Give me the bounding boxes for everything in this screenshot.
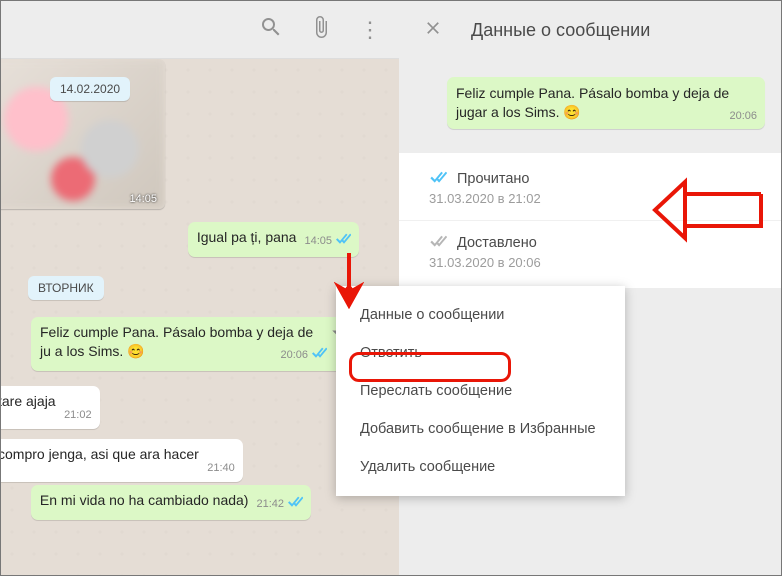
message-text: compro jenga, asi que ara hacer: [1, 446, 199, 462]
read-ticks-icon: [429, 171, 447, 187]
message-incoming[interactable]: tare ajaja 21:02: [1, 386, 100, 429]
read-ticks-icon: [311, 346, 327, 365]
message-time: 21:40: [207, 459, 235, 478]
message-meta: 20:06: [280, 346, 327, 365]
message-incoming[interactable]: compro jenga, asi que ara hacer 21:40: [1, 439, 243, 482]
close-icon[interactable]: [423, 18, 443, 43]
image-time: 14:05: [129, 193, 157, 205]
message-outgoing-selected[interactable]: Feliz cumple Pana. Pásalo bomba y deja d…: [31, 317, 351, 371]
message-outgoing[interactable]: En mi vida no ha cambiado nada) 21:42: [31, 485, 311, 520]
status-delivered-time: 31.03.2020 в 20:06: [429, 255, 751, 270]
menu-item-star[interactable]: Добавить сообщение в Избранные: [336, 410, 625, 448]
status-read-time: 31.03.2020 в 21:02: [429, 191, 751, 206]
info-header: Данные о сообщении: [399, 1, 781, 59]
date-separator: ВТОРНИК: [28, 276, 104, 300]
menu-item-forward[interactable]: Переслать сообщение: [336, 372, 625, 410]
menu-item-info[interactable]: Данные о сообщении: [336, 296, 625, 334]
message-time: 21:42: [256, 495, 284, 514]
menu-item-reply[interactable]: Ответить: [336, 334, 625, 372]
message-time: 20:06: [280, 346, 308, 365]
read-ticks-icon: [335, 232, 351, 251]
message-text: Igual pa ți, pana: [197, 229, 297, 245]
status-read-label: Прочитано: [457, 171, 530, 187]
info-quote-time: 20:06: [729, 107, 757, 126]
status-read: Прочитано 31.03.2020 в 21:02: [399, 157, 781, 220]
menu-item-delete[interactable]: Удалить сообщение: [336, 448, 625, 486]
menu-icon[interactable]: ⋮: [359, 19, 381, 41]
info-quote-text: Feliz cumple Pana. Pásalo bomba y deja d…: [456, 85, 729, 120]
read-ticks-icon: [287, 495, 303, 514]
message-text: tare ajaja: [1, 393, 56, 409]
app-root: ⋮ 14:05 14.02.2020 Igual pa ți, pana 14:…: [0, 0, 782, 576]
info-quoted-message: Feliz cumple Pana. Pásalo bomba y deja d…: [447, 77, 765, 129]
attachment-icon[interactable]: [309, 15, 333, 44]
message-time: 14:05: [304, 232, 332, 251]
info-title: Данные о сообщении: [471, 20, 650, 41]
status-card: Прочитано 31.03.2020 в 21:02 Доставлено …: [399, 153, 781, 288]
status-delivered-label: Доставлено: [457, 235, 537, 251]
message-meta: 14:05: [304, 232, 351, 251]
message-time: 21:02: [64, 406, 92, 425]
date-separator: 14.02.2020: [50, 77, 130, 101]
search-icon[interactable]: [259, 15, 283, 44]
context-menu: Данные о сообщении Ответить Переслать со…: [336, 286, 625, 496]
message-outgoing[interactable]: Igual pa ți, pana 14:05: [188, 222, 359, 257]
message-meta: 21:42: [256, 495, 303, 514]
message-text: En mi vida no ha cambiado nada): [40, 492, 249, 508]
status-delivered: Доставлено 31.03.2020 в 20:06: [399, 220, 781, 284]
chat-header: ⋮: [1, 1, 399, 59]
delivered-ticks-icon: [429, 235, 447, 251]
message-text: Feliz cumple Pana. Pásalo bomba y deja d…: [40, 324, 313, 359]
